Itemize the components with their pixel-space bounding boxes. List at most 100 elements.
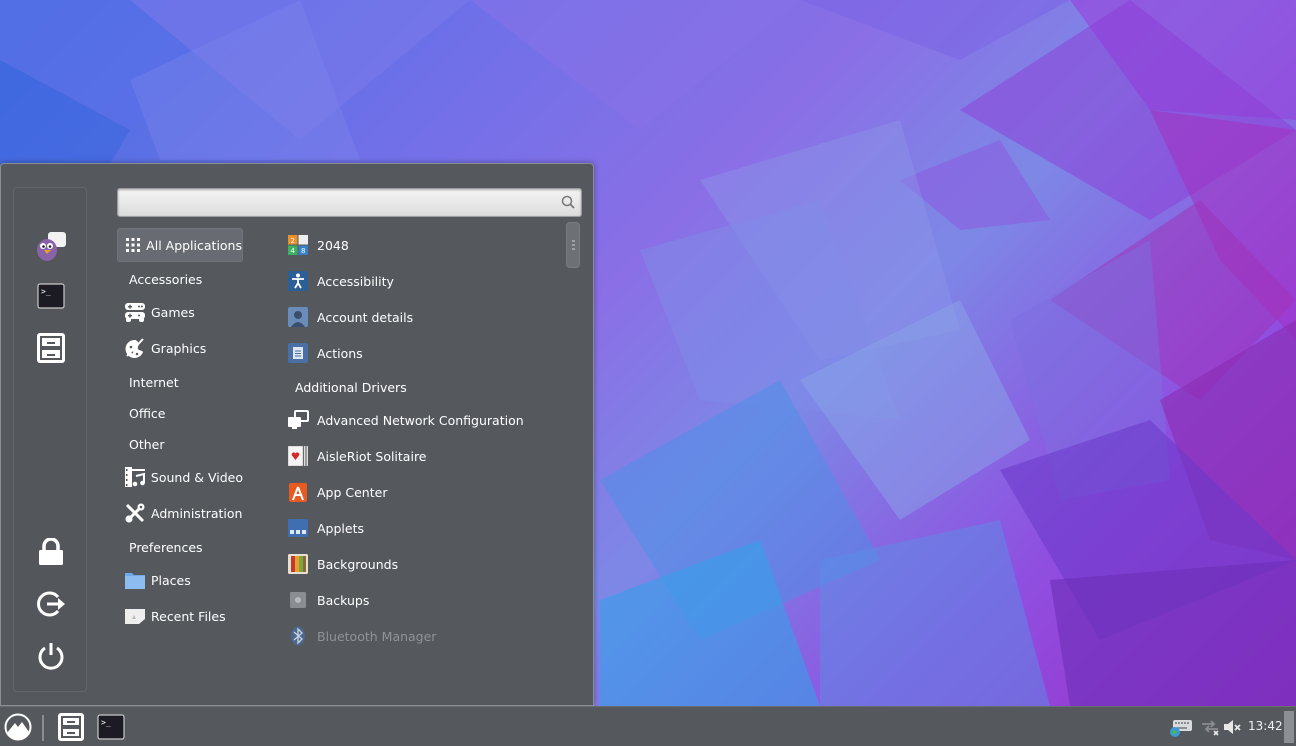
clock[interactable]: 13:42 (1248, 719, 1283, 733)
category-label: Sound & Video (150, 469, 243, 485)
lock-icon (39, 538, 63, 565)
category-label: Recent Files (151, 608, 226, 624)
app-backgrounds[interactable]: Backgrounds (287, 549, 398, 579)
film-music-icon (123, 465, 147, 489)
app-advanced-network-configuration[interactable]: Advanced Network Configuration (287, 405, 524, 435)
lock-screen-button[interactable] (33, 534, 69, 570)
network-tray[interactable] (1199, 711, 1221, 743)
category-label: Accessories (129, 271, 203, 287)
app-aisleriot-solitaire[interactable]: AisleRiot Solitaire (287, 441, 427, 471)
category-places[interactable]: Places (117, 563, 243, 597)
app-label: App Center (317, 484, 388, 500)
svg-text:4: 4 (291, 247, 296, 255)
keyboard-icon (1170, 720, 1192, 737)
app-label: Applets (317, 520, 364, 536)
scrollbar-grip (572, 240, 575, 250)
app-label: Bluetooth Manager (317, 628, 437, 644)
app-backups[interactable]: Backups (287, 585, 369, 615)
app-app-center[interactable]: App Center (287, 477, 387, 507)
app-label: Account details (317, 309, 414, 325)
app-accessibility[interactable]: Accessibility (287, 266, 394, 296)
backgrounds-icon (287, 553, 309, 575)
file-cabinet-icon (37, 333, 65, 363)
app-actions[interactable]: Actions (287, 338, 363, 368)
grid-icon (124, 233, 142, 257)
app-bluetooth-manager[interactable]: Bluetooth Manager (287, 621, 436, 651)
app-label: Backgrounds (317, 556, 399, 572)
category-label: Administration (151, 505, 243, 521)
category-office[interactable]: Office (117, 396, 243, 430)
shutdown-button[interactable] (33, 638, 69, 674)
taskbar-launcher-terminal[interactable]: >_ (96, 711, 126, 743)
svg-text:>_: >_ (41, 287, 51, 296)
search-icon (561, 195, 575, 209)
app-label: 2048 (317, 237, 349, 253)
account-icon (287, 306, 309, 328)
category-recent-files[interactable]: Recent Files (117, 599, 243, 633)
gamepad-icon (123, 300, 147, 324)
favorite-files[interactable] (33, 330, 69, 366)
favorites-sidebar: >_ (13, 187, 87, 692)
category-label: Office (129, 405, 166, 421)
logout-button[interactable] (33, 586, 69, 622)
applets-icon (287, 517, 309, 539)
favorite-terminal[interactable]: >_ (33, 278, 69, 314)
app-list-scrollbar[interactable] (566, 222, 580, 268)
svg-text:>_: >_ (101, 718, 111, 727)
category-label: Other (129, 436, 165, 452)
power-icon (38, 643, 64, 670)
taskbar-separator (42, 715, 44, 741)
logout-icon (37, 591, 65, 617)
application-menu: >_ All Applications Accessories Games Gr… (0, 163, 594, 706)
tools-icon (123, 501, 147, 525)
actions-icon (287, 342, 309, 364)
category-games[interactable]: Games (117, 295, 243, 329)
app-label: Accessibility (317, 273, 394, 289)
recent-file-icon (123, 604, 147, 628)
search-input[interactable] (124, 193, 554, 213)
linux-lite-logo-icon (4, 713, 32, 741)
app-account-details[interactable]: Account details (287, 302, 413, 332)
volume-muted-icon (1224, 720, 1241, 734)
app-label: Actions (317, 345, 363, 361)
terminal-icon: >_ (97, 714, 125, 740)
svg-text:8: 8 (301, 247, 305, 255)
taskbar-launcher-files[interactable] (56, 711, 86, 743)
category-accessories[interactable]: Accessories (117, 262, 243, 296)
network-config-icon (287, 409, 309, 431)
terminal-icon: >_ (37, 283, 65, 309)
app-label: AisleRiot Solitaire (317, 448, 427, 464)
cards-icon (287, 445, 309, 467)
category-administration[interactable]: Administration (117, 496, 243, 530)
file-cabinet-icon (58, 713, 84, 741)
accessibility-icon (287, 270, 309, 292)
app-2048[interactable]: 2 4 8 2048 (287, 230, 349, 260)
category-label: Internet (129, 374, 179, 390)
category-preferences[interactable]: Preferences (117, 530, 243, 564)
bluetooth-icon (287, 625, 309, 647)
2048-icon: 2 4 8 (287, 234, 309, 256)
category-label: Preferences (129, 539, 203, 555)
volume-tray[interactable] (1221, 711, 1243, 743)
app-center-icon (287, 481, 309, 503)
category-sound-video[interactable]: Sound & Video (117, 460, 243, 494)
category-label: Games (151, 304, 195, 320)
app-label: Advanced Network Configuration (317, 412, 524, 428)
folder-icon (123, 568, 147, 592)
app-label: Additional Drivers (295, 379, 407, 395)
menu-button[interactable] (2, 711, 34, 743)
app-additional-drivers[interactable]: Additional Drivers (287, 372, 407, 402)
category-label: Places (151, 572, 191, 588)
search-box[interactable] (117, 188, 582, 217)
app-label: Backups (317, 592, 370, 608)
app-applets[interactable]: Applets (287, 513, 364, 543)
category-other[interactable]: Other (117, 427, 243, 461)
category-graphics[interactable]: Graphics (117, 331, 243, 365)
keyboard-layout-tray[interactable] (1168, 711, 1194, 743)
show-desktop-button[interactable] (1284, 711, 1294, 743)
category-all-applications[interactable]: All Applications (117, 228, 243, 262)
category-internet[interactable]: Internet (117, 365, 243, 399)
category-label: All Applications (146, 237, 242, 253)
category-label: Graphics (151, 340, 207, 356)
favorite-pidgin[interactable] (33, 228, 69, 264)
